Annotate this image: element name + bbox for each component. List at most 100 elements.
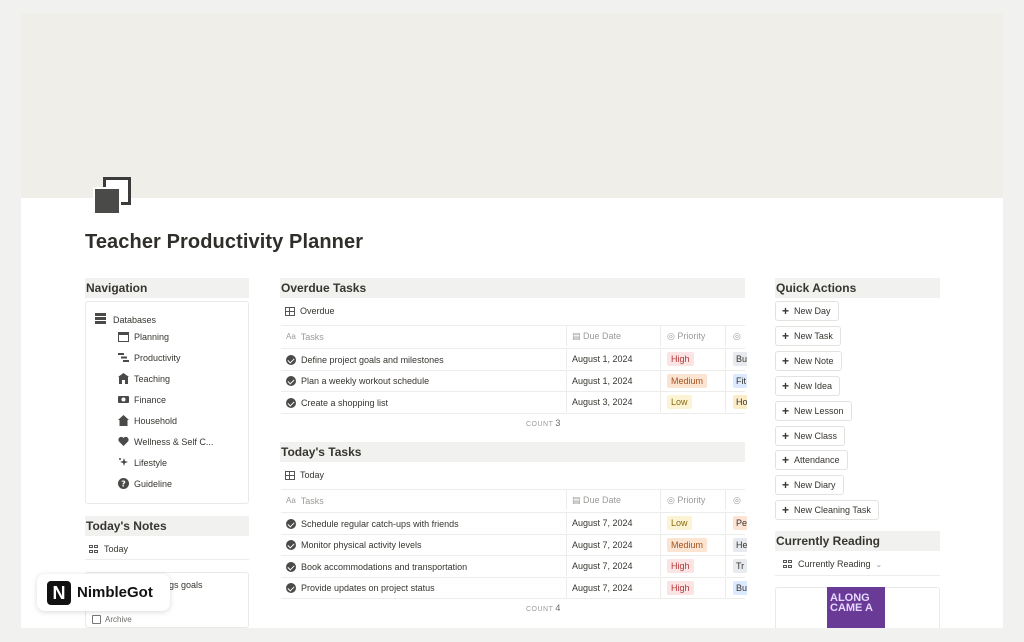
- nav-item-finance[interactable]: Finance: [118, 394, 166, 405]
- table-row[interactable]: Define project goals and milestones Augus…: [281, 348, 747, 370]
- task-name-cell[interactable]: Monitor physical activity levels: [286, 535, 566, 556]
- column-header-due-date[interactable]: ▤ Due Date: [572, 490, 660, 511]
- priority-cell[interactable]: Medium: [667, 371, 727, 392]
- due-date-cell[interactable]: August 3, 2024: [572, 392, 660, 413]
- task-name-cell[interactable]: Create a shopping list: [286, 392, 566, 413]
- new-lesson-button[interactable]: + New Lesson: [775, 400, 852, 421]
- column-header-priority[interactable]: ◎ Priority: [667, 490, 727, 511]
- quick-actions-header: Quick Actions: [775, 278, 940, 298]
- nav-item-teaching[interactable]: Teaching: [118, 373, 170, 384]
- plus-icon: +: [782, 428, 790, 443]
- new-diary-button[interactable]: + New Diary: [775, 475, 844, 496]
- overdue-view-label: Overdue: [300, 306, 335, 316]
- archive-checkbox-row[interactable]: Archive: [92, 615, 132, 624]
- category-cell[interactable]: Tr: [733, 556, 747, 577]
- nav-item-label: Household: [134, 415, 178, 426]
- category-tag: Ho: [733, 395, 747, 409]
- due-date-cell[interactable]: August 7, 2024: [572, 556, 660, 577]
- button-label: New Class: [794, 430, 838, 441]
- priority-cell[interactable]: High: [667, 349, 727, 370]
- check-circle-icon: [286, 397, 296, 408]
- overdue-view-tab[interactable]: Overdue: [285, 306, 335, 316]
- category-cell[interactable]: Bu: [733, 578, 747, 599]
- priority-cell[interactable]: Medium: [667, 535, 727, 556]
- databases-label: Databases: [113, 314, 157, 325]
- table-row[interactable]: Schedule regular catch-ups with friends A…: [281, 512, 747, 534]
- page-icon[interactable]: [93, 177, 131, 215]
- table-view-icon: [285, 470, 295, 480]
- table-row[interactable]: Plan a weekly workout schedule August 1, …: [281, 369, 747, 392]
- nav-item-lifestyle[interactable]: Lifestyle: [118, 457, 167, 468]
- reading-view-tab[interactable]: Currently Reading ⌄: [783, 559, 882, 569]
- priority-cell[interactable]: High: [667, 556, 727, 577]
- new-task-button[interactable]: + New Task: [775, 325, 841, 346]
- column-header-category[interactable]: ◎: [733, 326, 747, 347]
- priority-tag: Low: [667, 516, 692, 530]
- book-cover-text: ALONG CAME A: [830, 592, 873, 614]
- column-header-priority[interactable]: ◎ Priority: [667, 326, 727, 347]
- nimblegot-mark-icon: N: [47, 580, 71, 605]
- nav-item-planning[interactable]: Planning: [118, 331, 169, 342]
- sparkles-icon: [118, 457, 129, 468]
- attendance-button[interactable]: + Attendance: [775, 450, 848, 471]
- plus-icon: +: [782, 453, 790, 468]
- table-row[interactable]: Book accommodations and transportation Au…: [281, 555, 747, 577]
- column-header-tasks[interactable]: Aa Tasks: [286, 490, 566, 511]
- due-date-cell[interactable]: August 7, 2024: [572, 535, 660, 556]
- due-date-cell[interactable]: August 7, 2024: [572, 513, 660, 534]
- category-cell[interactable]: Ho: [733, 392, 747, 413]
- task-name-cell[interactable]: Define project goals and milestones: [286, 349, 566, 370]
- archive-checkbox[interactable]: [92, 615, 101, 624]
- new-note-button[interactable]: + New Note: [775, 350, 842, 371]
- chevron-down-icon[interactable]: ⌄: [876, 560, 883, 569]
- category-cell[interactable]: He: [733, 535, 747, 556]
- plus-icon: +: [782, 478, 790, 493]
- new-idea-button[interactable]: + New Idea: [775, 375, 841, 396]
- table-row[interactable]: Monitor physical activity levels August 7…: [281, 533, 747, 556]
- column-header-due-date[interactable]: ▤ Due Date: [572, 326, 660, 347]
- priority-tag: High: [667, 352, 694, 366]
- priority-cell[interactable]: Low: [667, 392, 727, 413]
- due-date-cell[interactable]: August 1, 2024: [572, 371, 660, 392]
- category-cell[interactable]: Fit: [733, 371, 747, 392]
- calendar-icon: ▤: [572, 495, 581, 505]
- task-name-cell[interactable]: Book accommodations and transportation: [286, 556, 566, 577]
- category-tag: Pe: [733, 516, 747, 530]
- nav-item-productivity[interactable]: Productivity: [118, 352, 181, 363]
- notes-view-tab[interactable]: Today: [89, 544, 128, 554]
- nav-item-label: Productivity: [134, 352, 181, 363]
- page-title[interactable]: Teacher Productivity Planner: [85, 231, 363, 254]
- task-name-cell[interactable]: Schedule regular catch-ups with friends: [286, 513, 566, 534]
- column-header-category[interactable]: ◎: [733, 490, 747, 511]
- column-header-tasks[interactable]: Aa Tasks: [286, 326, 566, 347]
- button-label: New Task: [794, 330, 833, 341]
- priority-tag: Medium: [667, 373, 708, 388]
- new-cleaning-task-button[interactable]: + New Cleaning Task: [775, 500, 879, 521]
- task-name-cell[interactable]: Provide updates on project status: [286, 578, 566, 599]
- note-card-title: gs goals: [169, 580, 203, 590]
- nav-item-guideline[interactable]: ? Guideline: [118, 478, 172, 489]
- category-cell[interactable]: Pe: [733, 513, 747, 534]
- category-cell[interactable]: Bu: [733, 349, 747, 370]
- nav-item-wellness-self-c[interactable]: Wellness & Self C...: [118, 436, 213, 447]
- databases-item[interactable]: Databases: [95, 313, 156, 326]
- today-view-tab[interactable]: Today: [285, 470, 324, 480]
- new-day-button[interactable]: + New Day: [775, 301, 839, 321]
- page: Teacher Productivity Planner Navigation …: [21, 14, 1003, 628]
- due-date-cell[interactable]: August 1, 2024: [572, 349, 660, 370]
- overdue-count: COUNT 3: [526, 418, 561, 428]
- question-icon: ?: [118, 478, 129, 489]
- book-cover[interactable]: ALONG CAME A: [827, 587, 885, 628]
- check-circle-icon: [286, 518, 296, 529]
- table-row[interactable]: Create a shopping list August 3, 2024 Low H…: [281, 391, 747, 413]
- table-row[interactable]: Provide updates on project status August …: [281, 576, 747, 599]
- nav-item-household[interactable]: Household: [118, 415, 177, 426]
- page-cover[interactable]: [21, 14, 1003, 198]
- due-date-cell[interactable]: August 7, 2024: [572, 578, 660, 599]
- category-tag: Bu: [733, 352, 747, 366]
- task-name-cell[interactable]: Plan a weekly workout schedule: [286, 371, 566, 392]
- priority-cell[interactable]: High: [667, 578, 727, 599]
- priority-cell[interactable]: Low: [667, 513, 727, 534]
- nav-item-label: Wellness & Self C...: [134, 436, 214, 447]
- new-class-button[interactable]: + New Class: [775, 425, 846, 446]
